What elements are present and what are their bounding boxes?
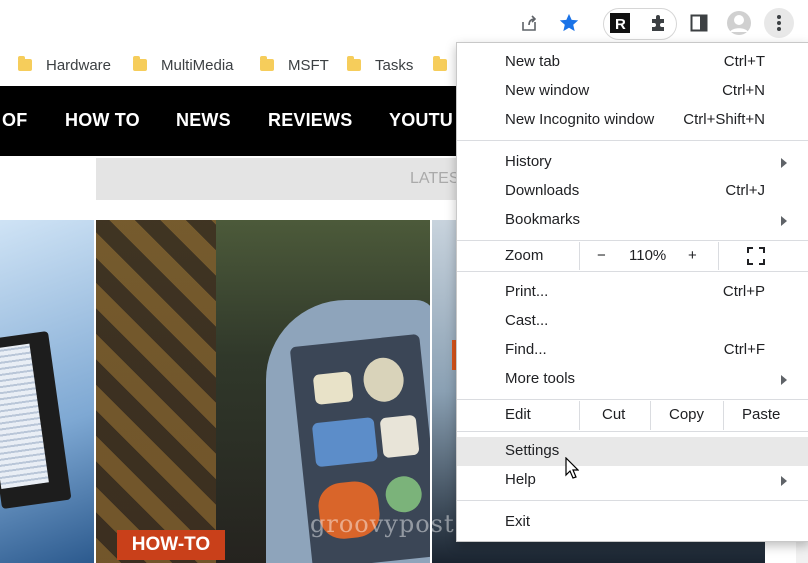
menu-item-downloads[interactable]: Downloads Ctrl+J bbox=[457, 177, 808, 206]
menu-item-new-tab[interactable]: New tab Ctrl+T bbox=[457, 48, 808, 77]
menu-item-exit[interactable]: Exit bbox=[457, 508, 808, 537]
svg-text:R: R bbox=[615, 16, 626, 33]
monitor-graphic bbox=[0, 330, 72, 510]
bookmark-msft[interactable]: MSFT bbox=[260, 54, 329, 76]
menu-item-cast[interactable]: Cast... bbox=[457, 307, 808, 336]
menu-item-label: Exit bbox=[505, 513, 531, 530]
folder-icon bbox=[133, 56, 147, 71]
bookmark-label: Hardware bbox=[46, 56, 112, 74]
bookmark-star-icon[interactable] bbox=[554, 8, 584, 38]
submenu-arrow-icon bbox=[781, 216, 787, 226]
menu-item-label: Cast... bbox=[505, 312, 549, 329]
bookmark-multimedia[interactable]: MultiMedia bbox=[133, 54, 234, 76]
menu-separator bbox=[457, 240, 808, 241]
menu-item-label: History bbox=[505, 153, 552, 170]
menu-item-print[interactable]: Print... Ctrl+P bbox=[457, 278, 808, 307]
menu-item-help[interactable]: Help bbox=[457, 466, 808, 495]
chrome-main-menu: New tab Ctrl+T New window Ctrl+N New Inc… bbox=[456, 42, 808, 542]
menu-item-shortcut: Ctrl+J bbox=[725, 182, 765, 199]
menu-item-shortcut: Ctrl+Shift+N bbox=[683, 111, 765, 128]
menu-separator bbox=[457, 399, 808, 400]
zoom-out-button[interactable]: − bbox=[597, 247, 606, 264]
paste-button[interactable]: Paste bbox=[742, 406, 780, 423]
submenu-arrow-icon bbox=[781, 476, 787, 486]
menu-item-label: Print... bbox=[505, 283, 549, 300]
zoom-label: Zoom bbox=[505, 247, 544, 264]
zoom-level: 110% bbox=[629, 247, 667, 264]
profile-icon[interactable] bbox=[724, 8, 754, 38]
nav-item-how-to[interactable]: HOW TO bbox=[65, 110, 140, 131]
edit-label: Edit bbox=[505, 406, 531, 423]
submenu-arrow-icon bbox=[781, 375, 787, 385]
menu-item-shortcut: Ctrl+F bbox=[723, 341, 765, 358]
menu-item-settings[interactable]: Settings bbox=[457, 437, 808, 466]
menu-item-label: New tab bbox=[505, 53, 561, 70]
menu-item-more-tools[interactable]: More tools bbox=[457, 365, 808, 394]
puzzle-icon[interactable] bbox=[644, 8, 674, 38]
nav-item-youtube[interactable]: YOUTU bbox=[389, 110, 453, 131]
side-panel-icon[interactable] bbox=[684, 8, 714, 38]
extension-r-icon[interactable]: R bbox=[605, 8, 635, 38]
copy-button[interactable]: Copy bbox=[669, 406, 704, 423]
bookmark-tasks[interactable]: Tasks bbox=[347, 54, 413, 76]
folder-icon bbox=[433, 56, 447, 71]
menu-item-label: Bookmarks bbox=[505, 211, 581, 228]
folder-icon bbox=[260, 56, 274, 71]
menu-item-new-window[interactable]: New window Ctrl+N bbox=[457, 77, 808, 106]
article-image-left[interactable] bbox=[0, 220, 94, 563]
latest-label: LATES bbox=[410, 170, 460, 187]
menu-separator bbox=[457, 271, 808, 272]
bookmark-label: Tasks bbox=[375, 56, 414, 74]
submenu-arrow-icon bbox=[781, 158, 787, 168]
menu-item-new-incognito-window[interactable]: New Incognito window Ctrl+Shift+N bbox=[457, 106, 808, 135]
bookmark-label: MSFT bbox=[288, 56, 329, 74]
menu-row-zoom: Zoom − 110% + bbox=[457, 242, 808, 270]
menu-item-label: Settings bbox=[505, 442, 560, 459]
menu-item-history[interactable]: History bbox=[457, 148, 808, 177]
menu-item-label: New window bbox=[505, 82, 590, 99]
browser-toolbar: R bbox=[0, 0, 808, 47]
folder-icon bbox=[18, 56, 32, 71]
menu-item-label: More tools bbox=[505, 370, 576, 387]
menu-separator bbox=[457, 500, 808, 501]
kebab-menu-icon[interactable] bbox=[764, 8, 794, 38]
nav-item-reviews[interactable]: REVIEWS bbox=[268, 110, 352, 131]
menu-item-label: Find... bbox=[505, 341, 547, 358]
bookmark-label: MultiMedia bbox=[161, 56, 234, 74]
menu-item-find[interactable]: Find... Ctrl+F bbox=[457, 336, 808, 365]
folder-icon bbox=[347, 56, 361, 71]
share-icon[interactable] bbox=[514, 8, 544, 38]
menu-item-label: Help bbox=[505, 471, 536, 488]
image-divider bbox=[94, 156, 96, 563]
menu-item-shortcut: Ctrl+P bbox=[722, 283, 765, 300]
bookmark-hardware[interactable]: Hardware bbox=[18, 54, 111, 76]
menu-item-label: New Incognito window bbox=[505, 111, 655, 128]
fullscreen-icon[interactable] bbox=[747, 247, 765, 269]
zoom-in-button[interactable]: + bbox=[688, 247, 697, 264]
menu-separator bbox=[457, 140, 808, 141]
nav-item-of[interactable]: OF bbox=[2, 110, 27, 131]
menu-item-bookmarks[interactable]: Bookmarks bbox=[457, 206, 808, 235]
mouse-cursor-icon bbox=[565, 456, 580, 484]
menu-item-shortcut: Ctrl+T bbox=[723, 53, 765, 70]
menu-item-label: Downloads bbox=[505, 182, 580, 199]
nav-item-news[interactable]: NEWS bbox=[176, 110, 231, 131]
menu-separator bbox=[457, 431, 808, 432]
how-to-badge[interactable]: HOW-TO bbox=[117, 530, 225, 560]
menu-item-shortcut: Ctrl+N bbox=[722, 82, 765, 99]
cut-button[interactable]: Cut bbox=[602, 406, 625, 423]
menu-row-edit: Edit Cut Copy Paste bbox=[457, 401, 808, 430]
plaid-shirt-graphic bbox=[96, 220, 216, 563]
